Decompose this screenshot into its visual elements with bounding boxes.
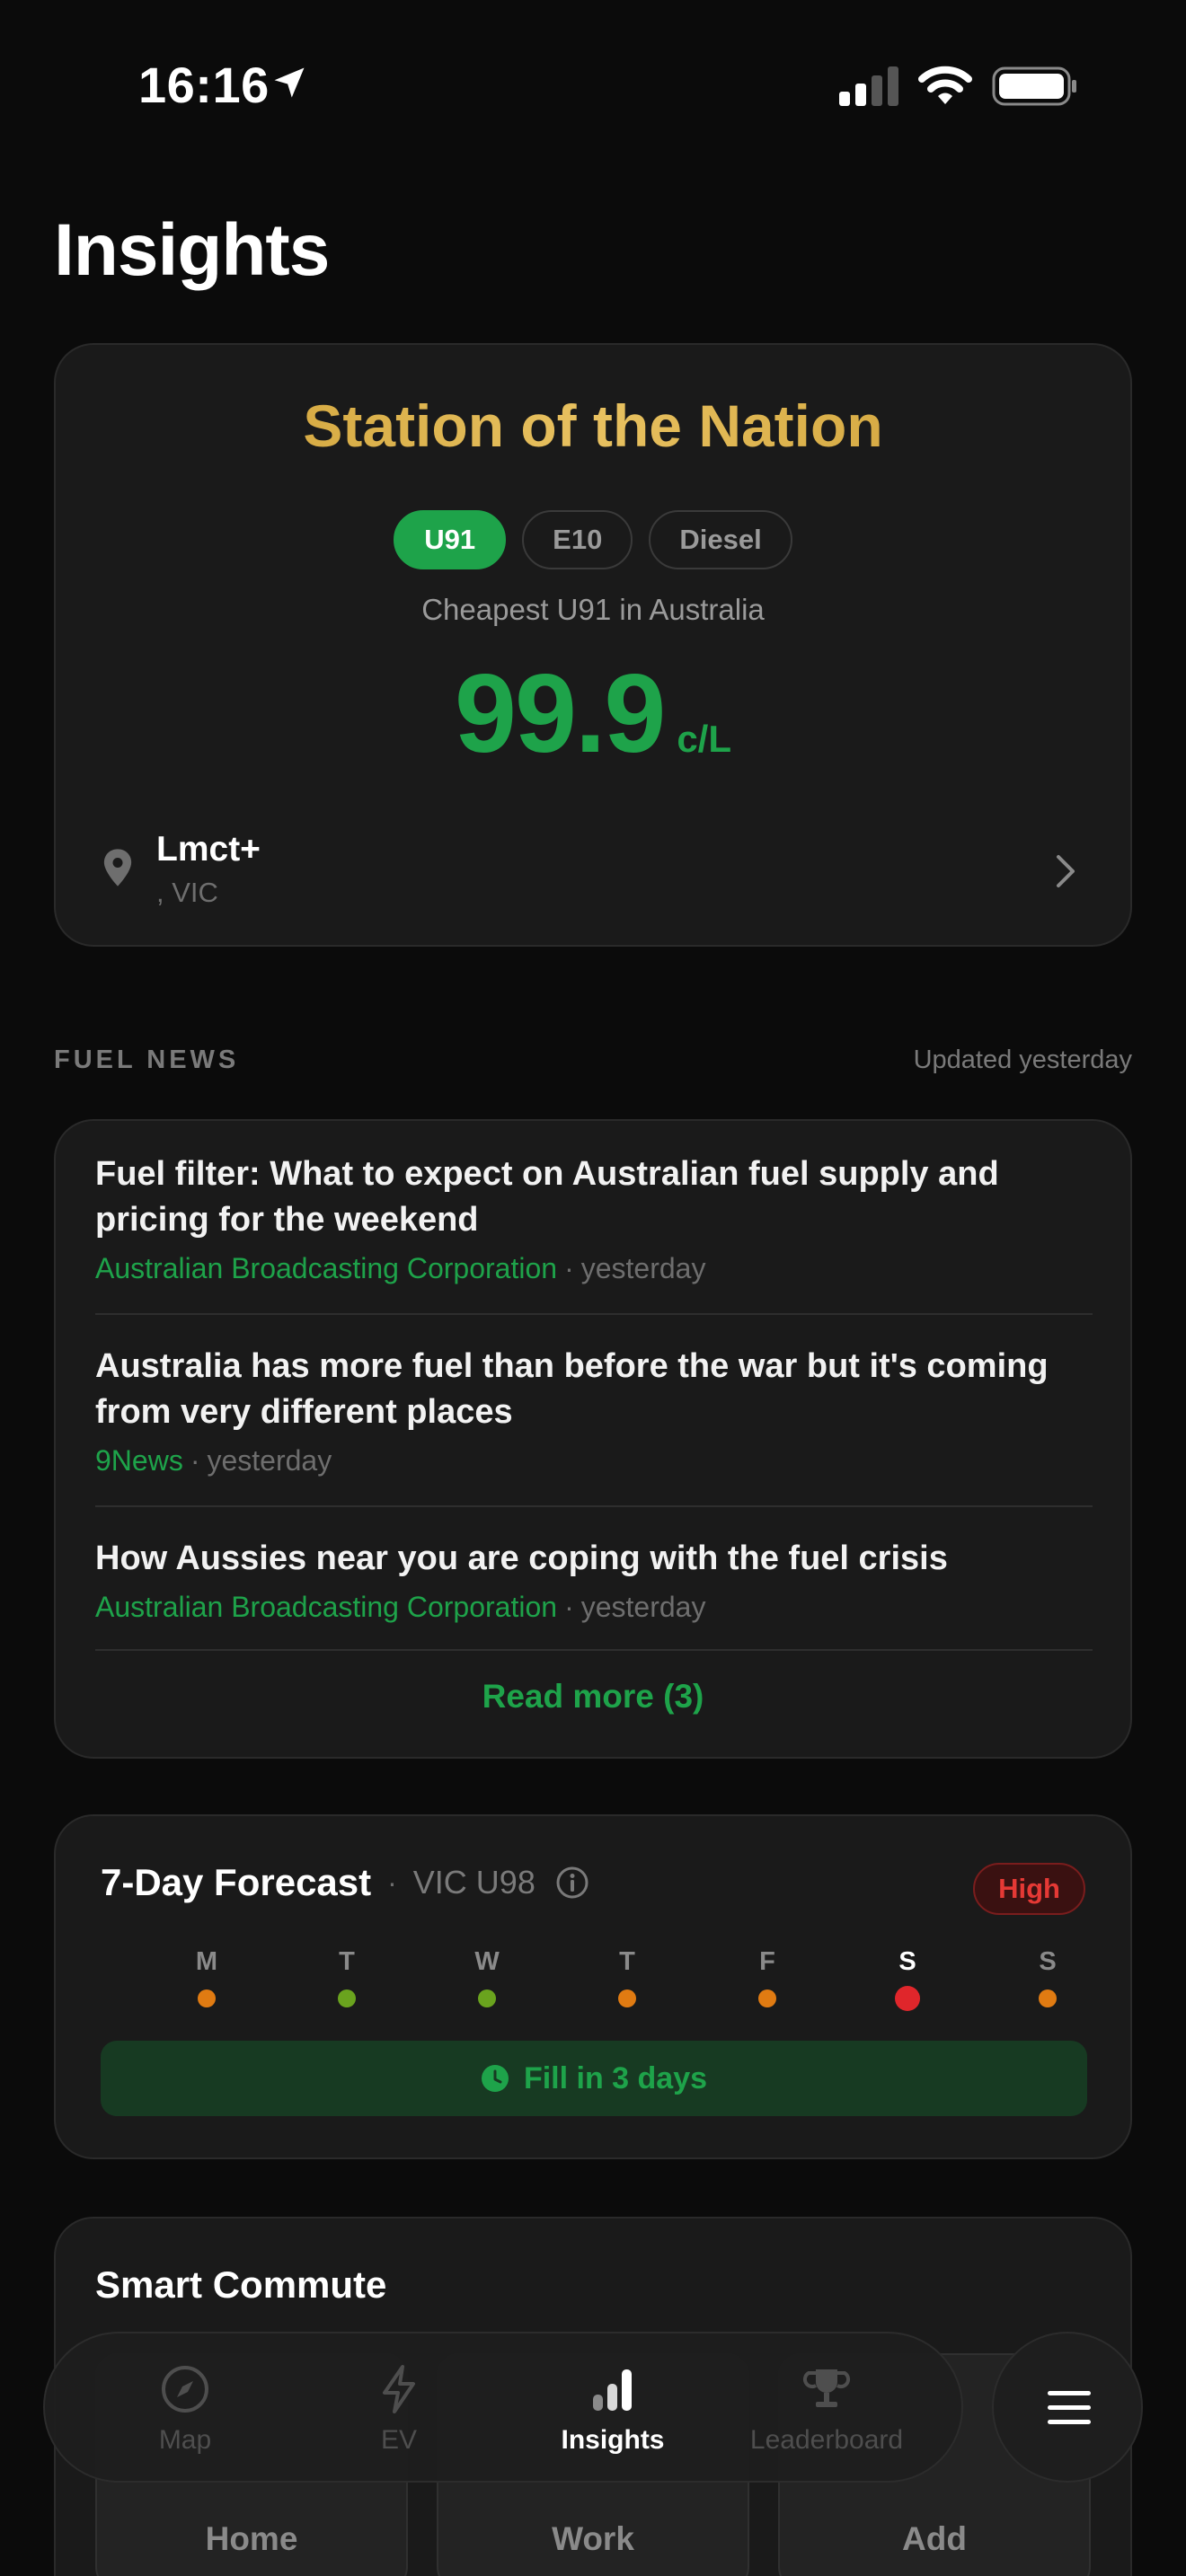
- day-label: S: [898, 1947, 916, 1976]
- tab-ev[interactable]: EV: [309, 2333, 489, 2484]
- status-time: 16:16: [138, 57, 270, 113]
- news-item[interactable]: Fuel filter: What to expect on Australia…: [95, 1151, 1093, 1315]
- tab-label: Leaderboard: [749, 2425, 904, 2455]
- news-source: Australian Broadcasting Corporation: [95, 1252, 558, 1284]
- station-location-row[interactable]: Lmct+ , VIC: [56, 823, 1130, 913]
- clock-icon: [481, 2065, 509, 2092]
- forecast-day: T: [311, 1947, 383, 2007]
- meta-separator: ·: [564, 1591, 574, 1623]
- price-value: 99.9: [454, 652, 666, 776]
- fuel-tab-e10[interactable]: E10: [522, 510, 633, 569]
- price-display: 99.9 c/L: [56, 650, 1130, 778]
- chevron-right-icon: [1057, 855, 1075, 887]
- forecast-header: 7-Day Forecast · VIC U98: [101, 1861, 589, 1904]
- station-region: , VIC: [156, 877, 218, 908]
- station-card-title: Station of the Nation: [56, 392, 1130, 460]
- price-level-dot: [758, 1989, 776, 2007]
- news-time: yesterday: [580, 1252, 706, 1284]
- fuel-type-tabs: U91 E10 Diesel: [56, 510, 1130, 569]
- meta-separator: ·: [564, 1252, 574, 1284]
- station-of-the-nation-card: Station of the Nation U91 E10 Diesel Che…: [54, 343, 1132, 947]
- forecast-title: 7-Day Forecast: [101, 1861, 372, 1903]
- cheapest-label: Cheapest U91 in Australia: [421, 593, 765, 626]
- day-label: S: [1039, 1947, 1057, 1976]
- fuel-news-card: Fuel filter: What to expect on Australia…: [54, 1119, 1132, 1759]
- forecast-day: M: [171, 1947, 243, 2007]
- lightning-icon: [383, 2365, 415, 2413]
- forecast-region: VIC U98: [412, 1864, 535, 1901]
- tab-label: Map: [158, 2425, 212, 2455]
- cellular-signal-icon: [839, 66, 898, 106]
- price-level-dot: [895, 1986, 920, 2011]
- meta-separator: ·: [190, 1444, 200, 1477]
- forecast-day: F: [731, 1947, 803, 2007]
- info-icon[interactable]: [555, 1866, 589, 1900]
- trophy-icon: [802, 2369, 851, 2407]
- day-label: W: [474, 1947, 500, 1976]
- fuel-news-section-label: FUEL NEWS: [54, 1045, 240, 1074]
- commute-button-label: Home: [205, 2520, 298, 2557]
- news-time: yesterday: [580, 1591, 706, 1623]
- news-source: 9News: [95, 1444, 183, 1477]
- news-source: Australian Broadcasting Corporation: [95, 1591, 558, 1623]
- menu-button[interactable]: [992, 2332, 1143, 2483]
- map-pin-icon: [103, 849, 132, 887]
- day-label: T: [339, 1947, 355, 1976]
- wifi-icon: [918, 66, 972, 104]
- day-label: M: [195, 1947, 218, 1976]
- forecast-card: 7-Day Forecast · VIC U98 High M T W T F …: [54, 1814, 1132, 2159]
- location-arrow-icon: [274, 67, 305, 98]
- day-label: T: [619, 1947, 635, 1976]
- price-level-dot: [478, 1989, 496, 2007]
- price-level-dot: [338, 1989, 356, 2007]
- hamburger-menu-icon: [1048, 2391, 1091, 2424]
- news-meta: 9News · yesterday: [95, 1441, 1093, 1480]
- news-item[interactable]: How Aussies near you are coping with the…: [95, 1536, 1093, 1651]
- forecast-day: S: [1012, 1947, 1084, 2007]
- battery-icon: [992, 66, 1076, 106]
- smart-commute-title: Smart Commute: [95, 2263, 387, 2306]
- commute-button-label: Add: [902, 2520, 967, 2557]
- news-item[interactable]: Australia has more fuel than before the …: [95, 1344, 1093, 1507]
- fuel-tab-u91[interactable]: U91: [394, 510, 507, 569]
- news-title: How Aussies near you are coping with the…: [95, 1539, 948, 1577]
- tab-bar: Map EV Insights Leaderboard: [43, 2332, 963, 2483]
- tab-leaderboard[interactable]: Leaderboard: [737, 2333, 916, 2484]
- news-updated-label: Updated yesterday: [913, 1045, 1132, 1074]
- news-meta: Australian Broadcasting Corporation · yest…: [95, 1248, 1093, 1288]
- forecast-day: W: [451, 1947, 523, 2007]
- tab-map[interactable]: Map: [95, 2333, 275, 2484]
- news-title: Australia has more fuel than before the …: [95, 1347, 1049, 1431]
- tab-label: Insights: [561, 2425, 665, 2455]
- news-time: yesterday: [207, 1444, 332, 1477]
- price-level-dot: [618, 1989, 636, 2007]
- fill-advice-text: Fill in 3 days: [523, 2060, 708, 2095]
- status-bar: 16:16: [0, 0, 1186, 171]
- forecast-day-today: S: [872, 1947, 943, 2011]
- compass-icon: [162, 2366, 208, 2413]
- price-level-dot: [198, 1989, 216, 2007]
- station-name: Lmct+: [156, 830, 261, 869]
- fuel-tab-diesel[interactable]: Diesel: [649, 510, 792, 569]
- price-unit: c/L: [677, 718, 732, 760]
- bar-chart-icon: [593, 2369, 632, 2411]
- tab-insights[interactable]: Insights: [523, 2333, 703, 2484]
- news-meta: Australian Broadcasting Corporation · yest…: [95, 1587, 1093, 1627]
- day-label: F: [759, 1947, 775, 1976]
- tab-label: EV: [380, 2425, 418, 2455]
- price-level-dot: [1039, 1989, 1057, 2007]
- read-more-link[interactable]: Read more (3): [56, 1678, 1130, 1716]
- fill-advice-banner: Fill in 3 days: [101, 2041, 1087, 2116]
- price-level-badge: High: [973, 1863, 1085, 1915]
- forecast-day: T: [591, 1947, 663, 2007]
- page-title: Insights: [54, 209, 330, 291]
- header-separator: ·: [387, 1866, 397, 1899]
- news-title: Fuel filter: What to expect on Australia…: [95, 1155, 999, 1239]
- commute-button-label: Work: [552, 2520, 634, 2557]
